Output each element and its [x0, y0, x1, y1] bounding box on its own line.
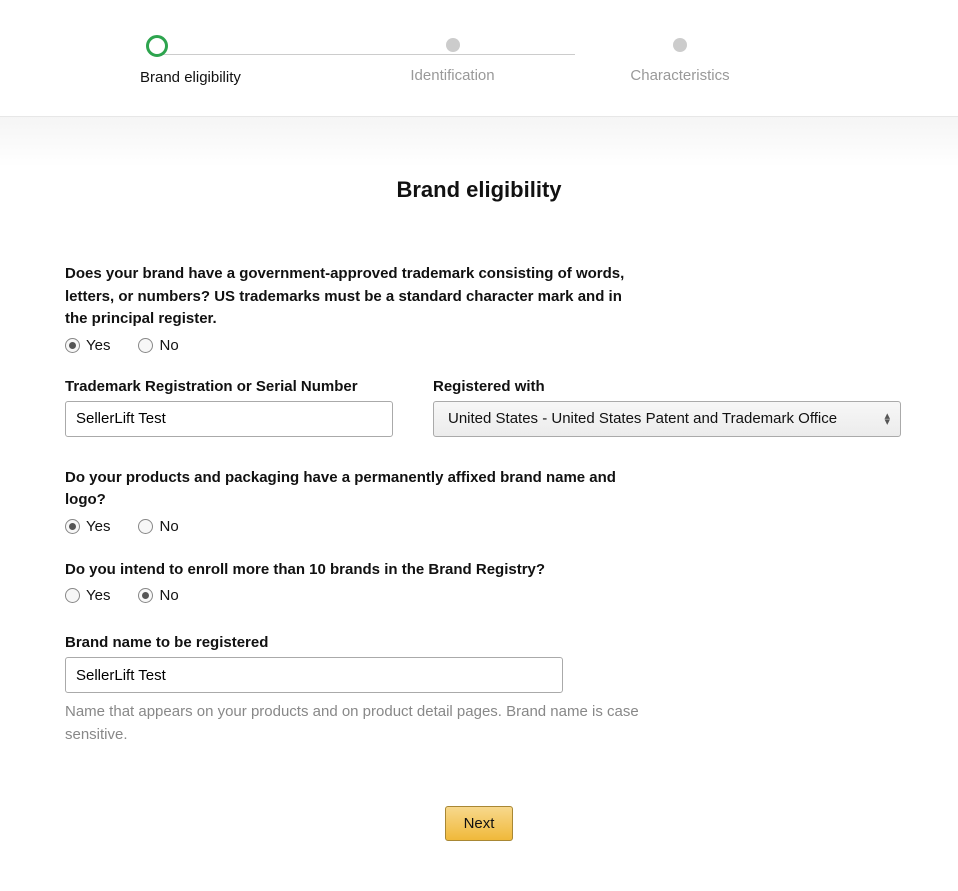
- help-text: Name that appears on your products and o…: [65, 701, 655, 746]
- registered-with-field: Registered with United States - United S…: [433, 378, 901, 437]
- select-value: United States - United States Patent and…: [448, 410, 837, 427]
- step-characteristics[interactable]: Characteristics: [600, 35, 760, 84]
- radio-group: Yes No: [65, 337, 893, 354]
- step-label: Brand eligibility: [140, 69, 241, 86]
- radio-icon: [138, 338, 153, 353]
- radio-label: Yes: [86, 337, 110, 354]
- question-trademark-approved: Does your brand have a government-approv…: [65, 263, 893, 354]
- radio-yes[interactable]: Yes: [65, 337, 110, 354]
- radio-group: Yes No: [65, 587, 893, 604]
- radio-no[interactable]: No: [138, 587, 178, 604]
- trademark-number-field: Trademark Registration or Serial Number: [65, 378, 393, 437]
- trademark-row: Trademark Registration or Serial Number …: [65, 378, 893, 437]
- radio-yes[interactable]: Yes: [65, 587, 110, 604]
- radio-icon: [65, 519, 80, 534]
- step-label: Characteristics: [630, 67, 729, 84]
- button-row: Next: [65, 806, 893, 841]
- step-circle-icon: [446, 38, 460, 52]
- brand-name-block: Brand name to be registered Name that ap…: [65, 634, 893, 746]
- step-label: Identification: [410, 67, 494, 84]
- header-gradient: [0, 117, 958, 167]
- step-brand-eligibility[interactable]: Brand eligibility: [140, 35, 280, 86]
- field-label: Trademark Registration or Serial Number: [65, 378, 393, 395]
- brand-name-input[interactable]: [65, 657, 563, 693]
- radio-label: No: [159, 337, 178, 354]
- field-label: Brand name to be registered: [65, 634, 893, 651]
- question-label: Do you intend to enroll more than 10 bra…: [65, 559, 635, 582]
- radio-no[interactable]: No: [138, 337, 178, 354]
- radio-group: Yes No: [65, 518, 893, 535]
- page-title: Brand eligibility: [65, 177, 893, 203]
- radio-icon: [65, 338, 80, 353]
- radio-icon: [138, 519, 153, 534]
- question-more-than-10: Do you intend to enroll more than 10 bra…: [65, 559, 893, 605]
- radio-label: No: [159, 587, 178, 604]
- question-affixed-logo: Do your products and packaging have a pe…: [65, 467, 893, 535]
- radio-no[interactable]: No: [138, 518, 178, 535]
- radio-yes[interactable]: Yes: [65, 518, 110, 535]
- progress-stepper: Brand eligibility Identification Charact…: [0, 0, 958, 117]
- form-content: Brand eligibility Does your brand have a…: [0, 177, 958, 881]
- next-button[interactable]: Next: [445, 806, 514, 841]
- question-label: Do your products and packaging have a pe…: [65, 467, 635, 512]
- radio-label: Yes: [86, 587, 110, 604]
- radio-label: No: [159, 518, 178, 535]
- radio-label: Yes: [86, 518, 110, 535]
- registered-with-select[interactable]: United States - United States Patent and…: [433, 401, 901, 437]
- radio-icon: [138, 588, 153, 603]
- step-identification[interactable]: Identification: [350, 35, 555, 84]
- field-label: Registered with: [433, 378, 901, 395]
- radio-icon: [65, 588, 80, 603]
- trademark-number-input[interactable]: [65, 401, 393, 437]
- step-circle-icon: [146, 35, 168, 57]
- select-arrows-icon: ▴▾: [884, 413, 890, 425]
- step-circle-icon: [673, 38, 687, 52]
- question-label: Does your brand have a government-approv…: [65, 263, 635, 331]
